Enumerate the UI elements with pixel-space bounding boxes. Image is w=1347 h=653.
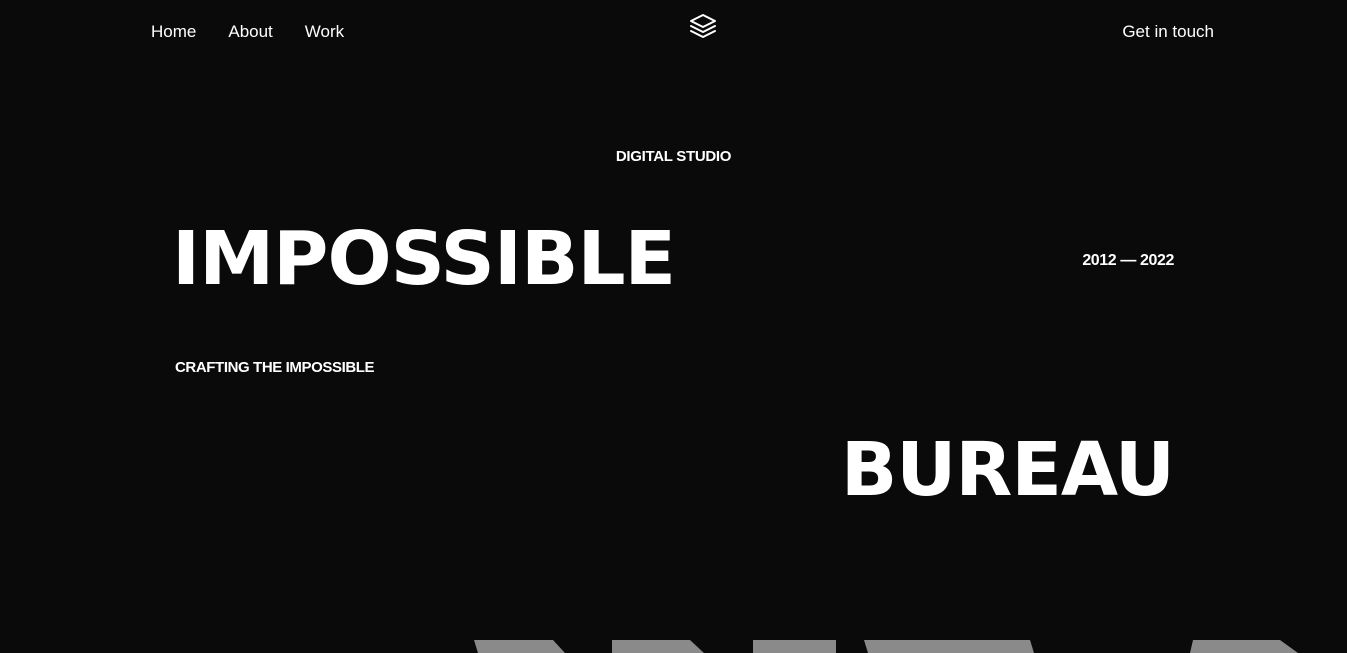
nav-link-about[interactable]: About <box>228 20 272 44</box>
headline-bureau: BUREAU <box>840 427 1175 513</box>
top-nav: Home About Work Get in touch <box>0 0 1347 64</box>
stacked-layers-icon[interactable] <box>688 12 718 40</box>
headline-impossible: IMPOSSIBLE <box>172 216 676 302</box>
get-in-touch-link[interactable]: Get in touch <box>1122 20 1214 44</box>
tagline: CRAFTING THE IMPOSSIBLE <box>175 359 375 376</box>
page: Home About Work Get in touch DIGITAL STU… <box>0 0 1347 653</box>
nav-link-home[interactable]: Home <box>151 20 196 44</box>
nav-links: Home About Work <box>151 20 344 44</box>
decorative-bottom-shapes <box>474 640 1298 653</box>
years-range: 2012 — 2022 <box>1082 252 1174 269</box>
eyebrow-label: DIGITAL STUDIO <box>615 148 732 165</box>
nav-link-work[interactable]: Work <box>305 20 344 44</box>
